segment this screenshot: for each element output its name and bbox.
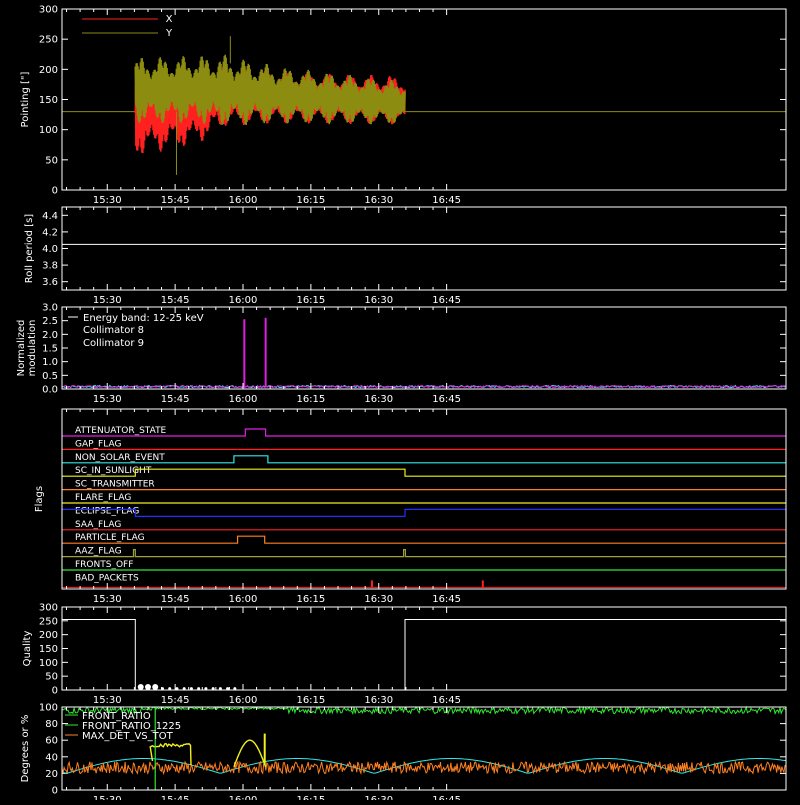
flags-xtick-label: 16:30 [364,594,393,605]
quality-xtick-label: 16:45 [432,695,461,706]
roll-xtick-label: 15:30 [93,295,122,306]
pointing-xtick-label: 16:45 [432,195,461,206]
quality-ytick-label: 0 [52,686,58,697]
pointing-ytick-label: 200 [39,65,58,76]
pointing-xtick-label: 15:30 [93,195,122,206]
flag-label-attenuator-state: ATTENUATOR_STATE [75,426,167,436]
roll-xtick-label: 16:15 [296,295,325,306]
modulation-ytick-label: 0.0 [42,385,58,396]
roll-xtick-label: 16:45 [432,295,461,306]
roll-ytick-label: 4.2 [42,227,58,238]
roll-xtick-label: 15:45 [161,295,190,306]
pointing-ylabel: Pointing ["] [20,71,31,127]
pointing-ytick-label: 50 [45,155,58,166]
quality-dot [137,683,144,690]
modulation-xtick-label: 16:15 [296,394,325,405]
flag-label-fronts-off: FRONTS_OFF [75,560,133,570]
pointing-legend-y-label: Y [165,28,173,39]
flags-ylabel: Flags [34,486,45,512]
quality-dot [152,683,159,690]
pointing-xtick-label: 16:15 [296,195,325,206]
rhessi-summary-plot: 0 50 100 150 200 250 300 X Y 15:30 15:45 16:00 16:15… [0,0,800,805]
degrees-ytick-label: 80 [45,719,58,730]
degrees-xtick-label: 16:45 [432,795,461,800]
modulation-xtick-label: 15:45 [161,394,190,405]
quality-xtick-label: 15:30 [93,695,122,706]
degrees-xtick-label: 16:00 [229,795,258,800]
pointing-xtick-label: 15:45 [161,195,190,206]
degrees-xtick-label: 15:45 [161,795,190,800]
modulation-ytick-label: 1.0 [42,357,58,368]
modulation-ytick-label: 2.0 [42,330,58,341]
degrees-ytick-label: 60 [45,736,58,747]
roll-ytick-label: 3.8 [42,261,58,272]
quality-ytick-label: 200 [39,630,58,641]
flag-label-aaz-flag: AAZ_FLAG [75,547,122,557]
flag-label-gap-flag: GAP_FLAG [75,439,121,449]
roll-xtick-label: 16:00 [229,295,258,306]
flag-label-eclipse-flag: ECLIPSE_FLAG [75,506,139,516]
pointing-ytick-label: 250 [39,35,58,46]
roll-ytick-label: 3.6 [42,277,58,288]
modulation-xtick-label: 15:30 [93,394,122,405]
degrees-ylabel: Degrees or % [20,715,31,783]
flag-label-bad-packets: BAD_PACKETS [75,573,139,583]
modulation-xtick-label: 16:45 [432,394,461,405]
pointing-xtick-label: 16:30 [364,195,393,206]
pointing-legend-x-label: X [166,14,173,25]
modulation-annotation: Energy band: 12-25 keV [83,313,204,324]
pointing-xtick-label: 16:00 [229,195,258,206]
modulation-xtick-label: 16:30 [364,394,393,405]
roll-ytick-label: 4.4 [42,211,58,222]
flag-label-particle-flag: PARTICLE_FLAG [75,533,145,543]
flags-xtick-label: 15:30 [93,594,122,605]
modulation-legend-collimator-9: Collimator 9 [83,338,144,349]
roll-ytick-label: 4.0 [42,244,58,255]
quality-ytick-label: 100 [39,658,58,669]
quality-xtick-label: 16:30 [364,695,393,706]
flag-label-non-solar-event: NON_SOLAR_EVENT [75,453,165,463]
quality-xtick-label: 15:45 [161,695,190,706]
roll-ylabel: Roll period [s] [24,214,35,283]
pointing-ytick-label: 150 [39,95,58,106]
modulation-ytick-label: 3.0 [42,303,58,314]
modulation-ylabel-line1: Normalized [16,320,27,377]
degrees-xtick-label: 16:30 [364,795,393,800]
quality-xtick-label: 16:15 [296,695,325,706]
modulation-xtick-label: 16:00 [229,394,258,405]
modulation-legend-collimator-8: Collimator 8 [83,325,144,336]
modulation-ytick-label: 2.5 [42,316,58,327]
degrees-ytick-label: 0 [52,786,58,797]
quality-ylabel: Quality [22,631,33,667]
flag-label-sc-transmitter: SC_TRANSMITTER [75,480,155,490]
flags-xtick-label: 16:15 [296,594,325,605]
pointing-ytick-label: 0 [52,186,58,197]
flags-xtick-label: 16:00 [229,594,258,605]
flag-label-saa-flag: SAA_FLAG [75,520,121,530]
modulation-ylabel-line2: modulation [27,320,38,377]
degrees-ytick-label: 100 [39,703,58,714]
summary-plot-svg: 050100150200250300XY15:30 15:45 16:00 16:15… [0,0,800,805]
modulation-ytick-label: 1.5 [42,344,58,355]
flag-label-sc-in-sunlight: SC_IN_SUNLIGHT [75,466,152,476]
degrees-xtick-label: 15:30 [93,795,122,800]
degrees-ytick-label: 40 [45,752,58,763]
flag-label-flare-flag: FLARE_FLAG [75,493,131,503]
flags-xtick-label: 15:45 [161,594,190,605]
quality-ytick-label: 300 [39,603,58,614]
degrees-ytick-label: 20 [45,769,58,780]
roll-xtick-label: 16:30 [364,295,393,306]
modulation-ytick-label: 0.5 [42,371,58,382]
quality-ytick-label: 50 [45,672,58,683]
quality-xtick-label: 16:00 [229,695,258,706]
degrees-legend-max-det-vs-tot: MAX_DET_VS_TOT [82,731,174,742]
degrees-xtick-label: 16:15 [296,795,325,800]
flags-xtick-label: 16:45 [432,594,461,605]
quality-ytick-label: 150 [39,644,58,655]
pointing-ytick-label: 300 [39,5,58,16]
pointing-ytick-label: 100 [39,125,58,136]
quality-ytick-label: 250 [39,616,58,627]
